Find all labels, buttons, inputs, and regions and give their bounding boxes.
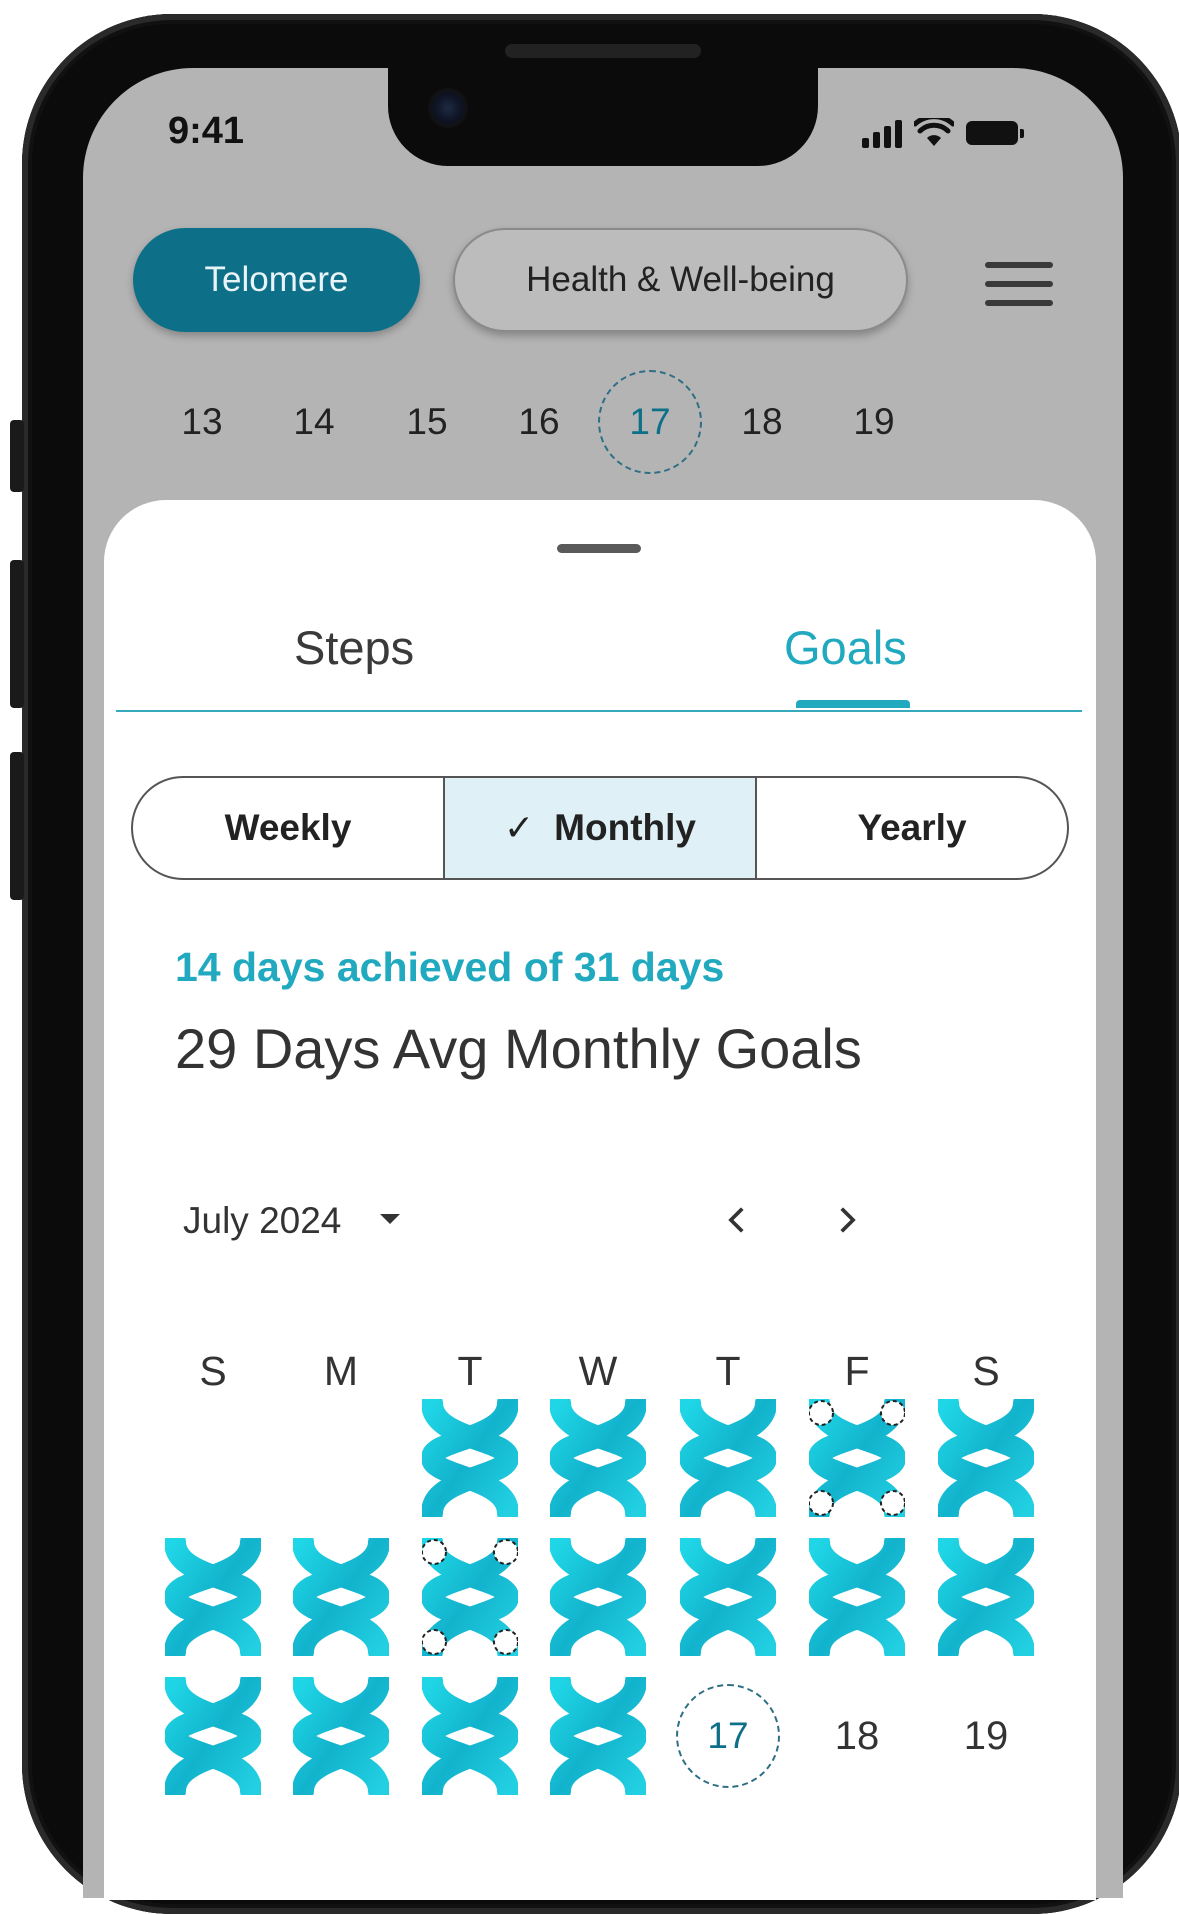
telomere-x-icon[interactable]: [286, 1535, 396, 1659]
period-segmented-control: Weekly ✓ Monthly Yearly: [131, 776, 1069, 880]
telomere-x-icon[interactable]: [286, 1674, 396, 1798]
calendar-day[interactable]: 18: [802, 1674, 912, 1798]
segment-label: Yearly: [857, 807, 967, 848]
month-year-label[interactable]: July 2024: [183, 1200, 341, 1242]
segment-label: Weekly: [224, 807, 352, 848]
active-tab-indicator: [796, 700, 910, 708]
week-day-19[interactable]: 19: [822, 370, 926, 474]
segment-monthly[interactable]: ✓ Monthly: [443, 778, 755, 878]
chip-health-wellbeing[interactable]: Health & Well-being: [453, 228, 908, 332]
telomere-x-icon[interactable]: [158, 1535, 268, 1659]
chip-label: Telomere: [204, 260, 349, 299]
telomere-x-partial-icon[interactable]: [802, 1396, 912, 1520]
weekday-header: S: [199, 1348, 227, 1394]
wifi-icon: [914, 118, 954, 146]
chevron-left-icon: [728, 1207, 744, 1233]
tab-bar: Steps Goals: [116, 590, 1082, 712]
weekday-header: T: [457, 1348, 483, 1394]
calendar-day-selected[interactable]: 17: [673, 1674, 783, 1798]
telomere-x-icon[interactable]: [415, 1674, 525, 1798]
telomere-x-icon[interactable]: [931, 1396, 1041, 1520]
tab-goals[interactable]: Goals: [784, 620, 907, 675]
telomere-x-icon[interactable]: [543, 1674, 653, 1798]
average-goals-heading: 29 Days Avg Monthly Goals: [175, 1017, 862, 1080]
telomere-x-icon[interactable]: [543, 1535, 653, 1659]
checkmark-icon: ✓: [504, 807, 535, 848]
status-icons: [862, 118, 1024, 148]
weekday-header: W: [578, 1348, 618, 1394]
segment-weekly[interactable]: Weekly: [133, 778, 443, 878]
battery-icon: [966, 121, 1024, 145]
calendar-day-label: 18: [834, 1713, 880, 1758]
week-day-15[interactable]: 15: [375, 370, 479, 474]
telomere-x-icon[interactable]: [158, 1674, 268, 1798]
volume-up-button: [10, 560, 24, 708]
status-time: 9:41: [168, 110, 245, 152]
previous-month-button[interactable]: [708, 1190, 768, 1250]
week-day-18[interactable]: 18: [710, 370, 814, 474]
mute-switch: [10, 420, 24, 492]
weekday-header: F: [844, 1348, 870, 1394]
speaker-grille: [505, 44, 701, 58]
telomere-x-partial-icon[interactable]: [415, 1535, 525, 1659]
calendar-day-label: 19: [963, 1713, 1009, 1758]
telomere-x-icon[interactable]: [543, 1396, 653, 1520]
hamburger-menu-icon[interactable]: [985, 262, 1053, 306]
cellular-signal-icon: [862, 118, 902, 148]
weekday-header: T: [715, 1348, 741, 1394]
telomere-x-icon[interactable]: [931, 1535, 1041, 1659]
weekday-header: S: [972, 1348, 1000, 1394]
week-day-14[interactable]: 14: [262, 370, 366, 474]
segment-yearly[interactable]: Yearly: [755, 778, 1067, 878]
telomere-x-icon[interactable]: [673, 1535, 783, 1659]
next-month-button[interactable]: [816, 1190, 876, 1250]
chevron-right-icon: [840, 1207, 856, 1233]
sheet-drag-handle[interactable]: [557, 544, 641, 553]
segment-label: Monthly: [554, 807, 696, 848]
dropdown-caret-icon[interactable]: [380, 1214, 400, 1224]
telomere-x-icon[interactable]: [415, 1396, 525, 1520]
chip-label: Health & Well-being: [526, 260, 835, 299]
week-day-16[interactable]: 16: [487, 370, 591, 474]
week-strip: 13 14 15 16 17 18 19: [150, 370, 1050, 480]
volume-down-button: [10, 752, 24, 900]
week-day-13[interactable]: 13: [150, 370, 254, 474]
calendar-day[interactable]: 19: [931, 1674, 1041, 1798]
week-day-17-selected[interactable]: 17: [598, 370, 702, 474]
front-camera-icon: [428, 88, 468, 128]
chip-telomere[interactable]: Telomere: [133, 228, 420, 332]
telomere-x-icon[interactable]: [802, 1535, 912, 1659]
telomere-x-icon[interactable]: [673, 1396, 783, 1520]
achieved-summary: 14 days achieved of 31 days: [175, 944, 725, 990]
weekday-header: M: [323, 1348, 359, 1394]
calendar-day-label: 17: [676, 1684, 780, 1788]
tab-steps[interactable]: Steps: [294, 620, 414, 675]
